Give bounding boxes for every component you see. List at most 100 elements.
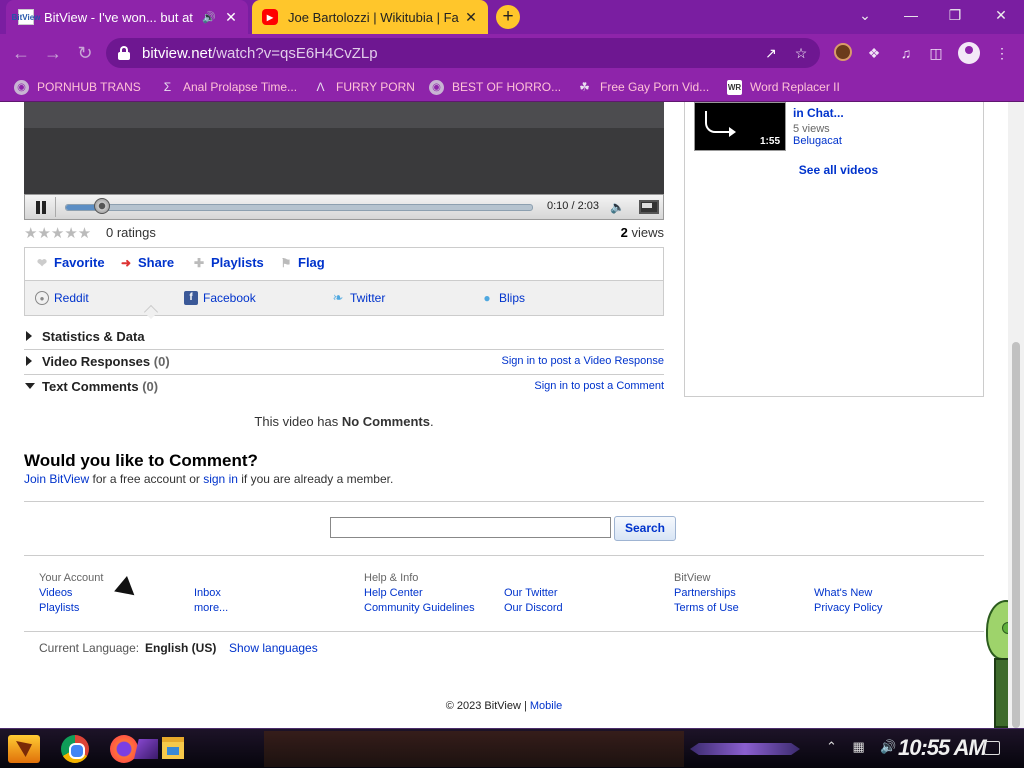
wolf-icon: ☘ bbox=[579, 79, 590, 94]
seek-handle[interactable] bbox=[94, 198, 110, 214]
rating-stars-icon[interactable]: ★★★★★ bbox=[24, 224, 91, 242]
section-video-responses[interactable]: Video Responses (0) Sign in to post a Vi… bbox=[24, 351, 664, 375]
footer-heading: Your Account bbox=[39, 572, 104, 584]
extension-avatar-icon[interactable] bbox=[834, 43, 852, 61]
plus-icon: ✚ bbox=[193, 255, 205, 270]
word-replacer-icon: WR bbox=[727, 79, 742, 95]
footer-link-inbox[interactable]: Inbox bbox=[194, 587, 221, 599]
footer-link-more[interactable]: more... bbox=[194, 602, 228, 614]
video-screen[interactable] bbox=[24, 102, 664, 194]
page-scrollbar[interactable] bbox=[1008, 102, 1024, 728]
footer-link-discord[interactable]: Our Discord bbox=[504, 602, 563, 614]
extension-puzzle-icon[interactable]: ❖ bbox=[864, 43, 884, 63]
join-link[interactable]: Join BitView bbox=[24, 472, 89, 486]
footer-link-terms[interactable]: Terms of Use bbox=[674, 602, 739, 614]
share-twitter[interactable]: ❧ Twitter bbox=[331, 291, 386, 306]
bookmark-item[interactable]: ◉ BEST OF HORRO... bbox=[429, 78, 561, 96]
sign-in-link[interactable]: sign in bbox=[203, 472, 238, 486]
tab-search-icon[interactable]: ⌄ bbox=[850, 6, 880, 26]
share-button[interactable]: ➜ Share bbox=[119, 255, 174, 270]
post-video-response-link[interactable]: Sign in to post a Video Response bbox=[502, 355, 664, 367]
new-tab-button[interactable]: + bbox=[496, 5, 520, 29]
bookmark-item[interactable]: ☘ Free Gay Porn Vid... bbox=[577, 78, 709, 96]
minimize-icon[interactable]: — bbox=[896, 6, 926, 26]
close-tab-icon[interactable]: ✕ bbox=[462, 9, 480, 26]
footer-link-help-center[interactable]: Help Center bbox=[364, 587, 423, 599]
share-blips[interactable]: ● Blips bbox=[480, 291, 525, 305]
tab-strip: BitView BitView - I've won... but at 🔊 ✕… bbox=[0, 0, 1024, 34]
footer-link-privacy[interactable]: Privacy Policy bbox=[814, 602, 882, 614]
system-tray-icons[interactable]: ⌃ ▦ 🔊 bbox=[826, 739, 903, 755]
menu-kebab-icon[interactable]: ⋮ bbox=[992, 43, 1012, 63]
favorite-button[interactable]: ❤ Favorite bbox=[35, 255, 105, 270]
pause-icon[interactable] bbox=[35, 201, 47, 214]
bookmark-item[interactable]: Λ FURRY PORN bbox=[313, 78, 414, 96]
post-comment-link[interactable]: Sign in to post a Comment bbox=[534, 380, 664, 392]
back-icon[interactable]: ← bbox=[10, 42, 32, 64]
share-reddit[interactable]: ● Reddit bbox=[35, 291, 89, 305]
notifications-icon[interactable] bbox=[984, 741, 1000, 755]
lambda-icon: Λ bbox=[316, 79, 325, 94]
profile-avatar[interactable] bbox=[958, 42, 980, 64]
tab-bitview[interactable]: BitView BitView - I've won... but at 🔊 ✕ bbox=[6, 0, 248, 34]
footer-link-twitter[interactable]: Our Twitter bbox=[504, 587, 558, 599]
reload-icon[interactable]: ↻ bbox=[74, 42, 96, 64]
media-controls-icon[interactable]: ♫ bbox=[896, 43, 916, 63]
side-panel-icon[interactable]: ◫ bbox=[926, 43, 946, 63]
url-text[interactable]: bitview.net/watch?v=qsE6H4CvZLp bbox=[142, 45, 378, 62]
chrome-taskbar-icon[interactable] bbox=[61, 735, 89, 763]
playlists-button[interactable]: ✚ Playlists bbox=[192, 255, 264, 270]
bookmark-item[interactable]: Σ Anal Prolapse Time... bbox=[160, 78, 297, 96]
footer-link-playlists[interactable]: Playlists bbox=[39, 602, 79, 614]
divider bbox=[24, 555, 984, 556]
audio-playing-icon[interactable]: 🔊 bbox=[202, 11, 216, 24]
volume-icon[interactable]: 🔈 bbox=[610, 200, 630, 214]
arrow-icon bbox=[705, 111, 731, 133]
flag-button[interactable]: ⚑ Flag bbox=[279, 255, 325, 270]
bookmark-item[interactable]: WR Word Replacer II bbox=[727, 78, 840, 96]
video-duration: 1:55 bbox=[759, 136, 780, 147]
address-bar[interactable]: bitview.net/watch?v=qsE6H4CvZLp ↗ ☆ bbox=[106, 38, 820, 68]
view-count: 2 views bbox=[620, 225, 664, 240]
close-tab-icon[interactable]: ✕ bbox=[222, 9, 240, 26]
bookmark-star-icon[interactable]: ☆ bbox=[792, 44, 810, 62]
share-page-icon[interactable]: ↗ bbox=[762, 44, 780, 62]
app-taskbar-icon[interactable] bbox=[134, 739, 158, 759]
see-all-videos-link[interactable]: See all videos bbox=[685, 163, 992, 177]
share-facebook[interactable]: f Facebook bbox=[184, 291, 256, 305]
footer-link-videos[interactable]: Videos bbox=[39, 587, 72, 599]
lock-icon[interactable] bbox=[118, 46, 130, 60]
expand-triangle-icon bbox=[26, 331, 32, 341]
related-video-title[interactable]: in Chat... bbox=[793, 106, 978, 120]
section-statistics[interactable]: Statistics & Data bbox=[24, 326, 664, 350]
tab-title: Joe Bartolozzi | Wikitubia | Fa bbox=[288, 9, 459, 25]
footer-link-whats-new[interactable]: What's New bbox=[814, 587, 872, 599]
language-value: English (US) bbox=[145, 641, 217, 655]
ratings-count: 0 ratings bbox=[106, 225, 156, 240]
taskbar-clock[interactable]: 10:55 AM bbox=[898, 735, 987, 761]
bookmark-item[interactable]: ◉ PORNHUB TRANS bbox=[14, 78, 141, 96]
show-languages-link[interactable]: Show languages bbox=[229, 641, 318, 655]
scrollbar-thumb[interactable] bbox=[1012, 342, 1020, 728]
fullscreen-icon[interactable] bbox=[639, 200, 659, 214]
start-button-icon[interactable] bbox=[8, 735, 40, 763]
related-video-thumbnail[interactable]: 1:55 bbox=[694, 102, 786, 151]
restore-icon[interactable]: ❐ bbox=[940, 6, 970, 26]
footer-link-partnerships[interactable]: Partnerships bbox=[674, 587, 736, 599]
related-video-author[interactable]: Belugacat bbox=[793, 135, 842, 147]
tab-wikitubia[interactable]: ▶ Joe Bartolozzi | Wikitubia | Fa ✕ bbox=[252, 0, 488, 34]
taskbar-wallpaper-strip bbox=[264, 731, 684, 767]
bookmarks-bar: ◉ PORNHUB TRANS Σ Anal Prolapse Time... ΛF… bbox=[0, 72, 1024, 102]
file-explorer-taskbar-icon[interactable] bbox=[162, 737, 184, 759]
player-controls: 0:10 / 2:03 🔈 bbox=[24, 194, 664, 220]
mobile-link[interactable]: Mobile bbox=[530, 700, 562, 712]
footer-link-community-guidelines[interactable]: Community Guidelines bbox=[364, 602, 475, 614]
divider bbox=[24, 501, 984, 502]
close-window-icon[interactable]: ✕ bbox=[986, 6, 1016, 26]
forward-icon[interactable]: → bbox=[42, 42, 64, 64]
firefox-taskbar-icon[interactable] bbox=[110, 735, 138, 763]
search-button[interactable]: Search bbox=[614, 516, 676, 541]
seek-bar[interactable] bbox=[65, 204, 533, 211]
section-text-comments[interactable]: Text Comments (0) Sign in to post a Comm… bbox=[24, 376, 664, 400]
search-input[interactable] bbox=[330, 517, 611, 538]
